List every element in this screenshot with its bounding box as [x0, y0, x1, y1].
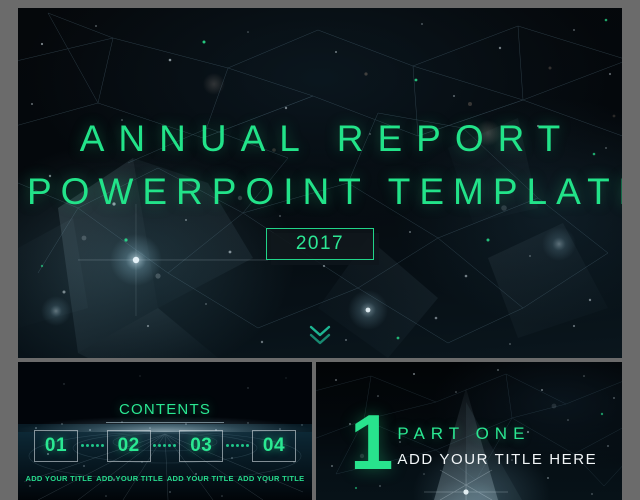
step-label: ADD YOUR TITLE — [25, 474, 93, 483]
step-number: 03 — [190, 435, 213, 456]
part-title: PART ONE — [397, 424, 531, 443]
contents-slide[interactable]: CONTENTS 01 02 03 04 ADD YOUR TITLE ADD … — [18, 362, 312, 500]
step-label: ADD YOUR TITLE — [166, 474, 234, 483]
contents-step-labels: ADD YOUR TITLE ADD YOUR TITLE ADD YOUR T… — [24, 474, 306, 483]
year-badge-box: 2017 — [266, 228, 374, 260]
scroll-down-indicator[interactable] — [18, 324, 622, 346]
contents-step[interactable]: 03 — [179, 430, 224, 462]
step-label: ADD YOUR TITLE — [237, 474, 305, 483]
contents-step-row: 01 02 03 04 — [34, 430, 296, 462]
dotted-connector-icon — [80, 443, 104, 447]
slide-deck: ANNUAL REPORT POWERPOINT TEMPLATE 2017 C… — [0, 0, 640, 500]
horizontal-divider — [0, 358, 640, 362]
part-one-slide[interactable]: 1 PART ONE ADD YOUR TITLE HERE — [316, 362, 622, 500]
step-number-box: 02 — [106, 430, 151, 462]
hero-title-block: ANNUAL REPORT POWERPOINT TEMPLATE — [18, 120, 622, 210]
hero-year-badge-holder: 2017 — [18, 228, 622, 265]
contents-heading-underline — [106, 422, 224, 423]
step-number-box: 04 — [251, 430, 296, 462]
hero-title-primary: ANNUAL REPORT — [79, 118, 575, 159]
step-number-box: 01 — [34, 430, 78, 462]
hero-slide[interactable]: ANNUAL REPORT POWERPOINT TEMPLATE 2017 — [18, 8, 622, 358]
hero-title-secondary: POWERPOINT TEMPLATE — [27, 171, 622, 212]
chevron-double-down-icon — [309, 325, 331, 345]
vertical-divider — [312, 362, 316, 500]
part-number: 1 — [350, 398, 393, 486]
step-number-box: 03 — [179, 430, 224, 462]
step-number: 02 — [117, 435, 140, 456]
part-subtitle: ADD YOUR TITLE HERE — [397, 451, 598, 468]
step-number: 04 — [262, 435, 286, 456]
dotted-connector-icon — [153, 443, 177, 447]
part-one-content: 1 PART ONE ADD YOUR TITLE HERE — [350, 403, 597, 481]
contents-heading: CONTENTS — [118, 401, 212, 418]
dotted-connector-icon — [226, 443, 250, 447]
year-badge[interactable]: 2017 — [266, 228, 379, 265]
step-number: 01 — [44, 435, 68, 456]
part-text-block: PART ONE ADD YOUR TITLE HERE — [397, 420, 597, 468]
step-label: ADD YOUR TITLE — [96, 474, 164, 483]
contents-step[interactable]: 01 — [34, 430, 78, 462]
contents-step[interactable]: 04 — [251, 430, 296, 462]
year-label: 2017 — [295, 233, 345, 254]
contents-step[interactable]: 02 — [106, 430, 151, 462]
